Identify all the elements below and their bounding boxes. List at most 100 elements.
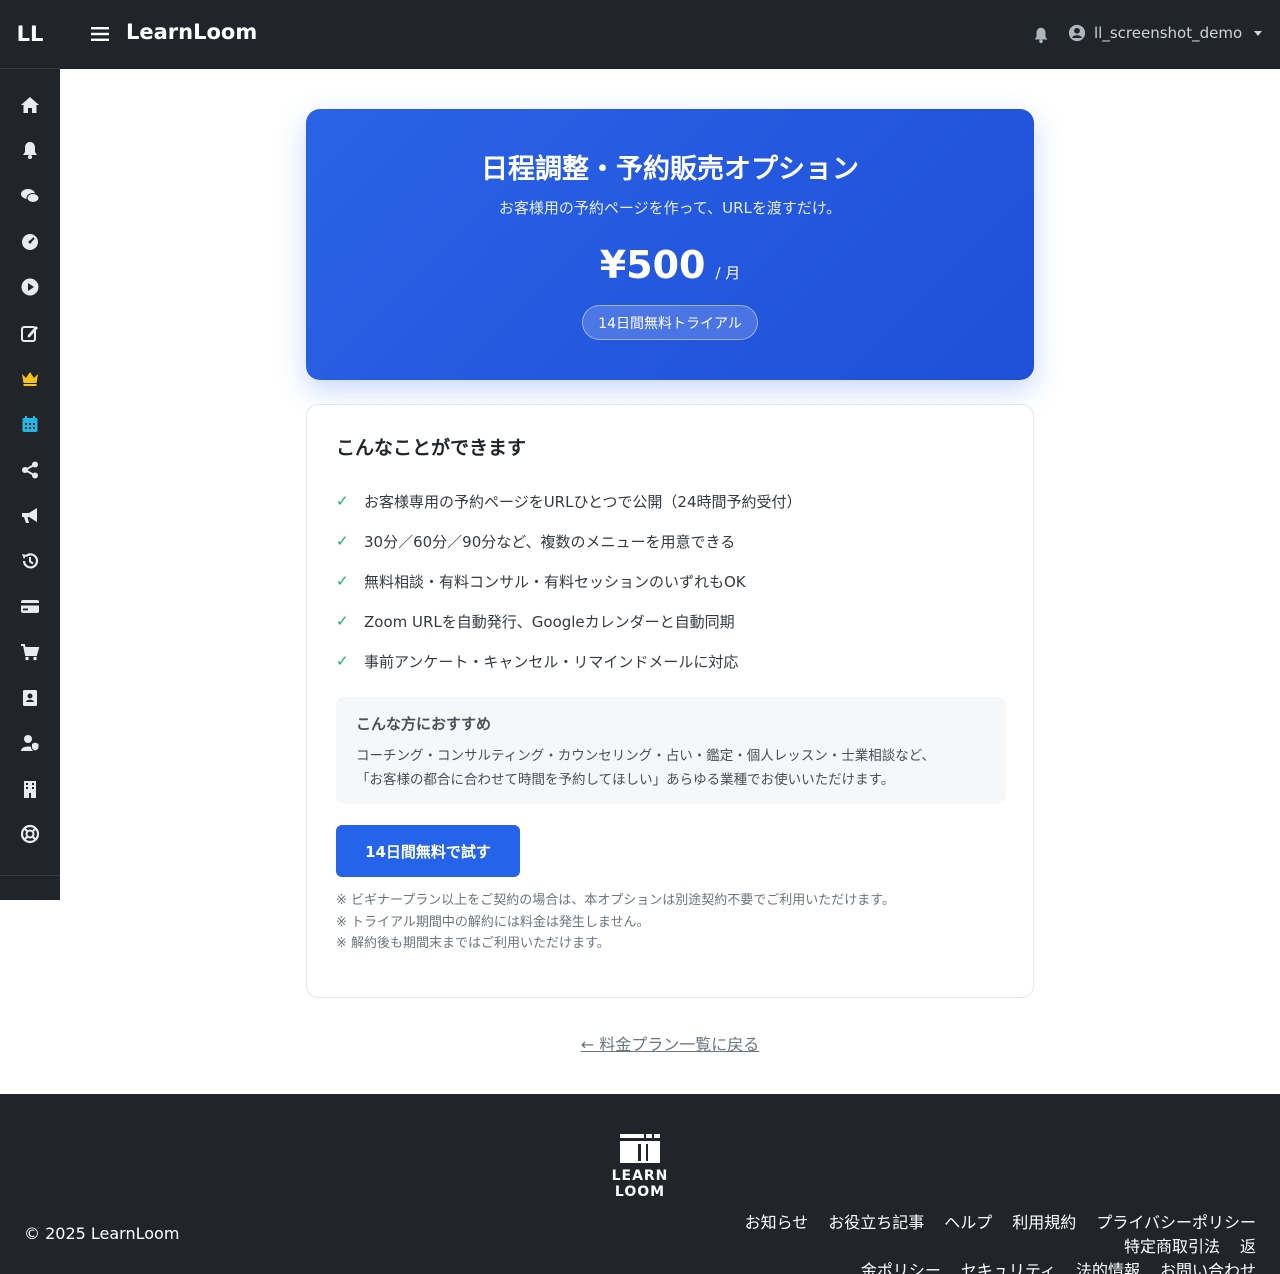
price-period: / 月 (715, 264, 741, 282)
footer-links: お知らせ お役立ち記事 ヘルプ 利用規約 プライバシーポリシー特定商取引法 返 金ポリシー… (616, 1211, 1256, 1274)
sidebar-item-calendar[interactable] (0, 401, 60, 447)
user-shield-icon (21, 735, 40, 752)
footer-links-row: 金ポリシー セキュリティ 法的情報 お問い合わせ (616, 1259, 1256, 1274)
recommendation-body: コーチング・コンサルティング・カウンセリング・占い・鑑定・個人レッスン・士業相談… (356, 744, 986, 792)
features-title: こんなことができます (336, 437, 527, 459)
dashboard-icon (22, 233, 38, 250)
list-item: ✓ Zoom URLを自動発行、Googleカレンダーと自動同期 (336, 601, 802, 641)
trial-badge: 14日間無料トライアル (582, 305, 758, 340)
sidebar-item-contacts[interactable] (0, 675, 60, 721)
sidebar-divider (0, 875, 60, 876)
calendar-icon (22, 415, 38, 432)
feature-text: お客様専用の予約ページをURLひとつで公開（24時間予約受付） (364, 492, 802, 511)
home-icon (21, 96, 39, 113)
megaphone-icon (22, 508, 37, 524)
bell-icon (23, 142, 37, 160)
footer-link-security[interactable]: セキュリティ (961, 1261, 1056, 1274)
contact-book-icon (23, 689, 37, 706)
recommendation-title: こんな方におすすめ (356, 715, 492, 733)
footer-logo[interactable]: LEARN LOOM (590, 1132, 690, 1200)
check-icon: ✓ (336, 612, 349, 630)
sidebar-item-dashboard[interactable] (0, 219, 60, 265)
footer-links-row: お知らせ お役立ち記事 ヘルプ 利用規約 プライバシーポリシー特定商取引法 返 (616, 1211, 1256, 1259)
share-icon (22, 461, 38, 479)
sidebar-item-edit[interactable] (0, 310, 60, 356)
sidebar-item-premium[interactable] (0, 356, 60, 402)
user-menu[interactable]: ll_screenshot_demo (1068, 24, 1263, 42)
brand-logo[interactable]: LL (0, 0, 60, 69)
feature-list: ✓ お客様専用の予約ページをURLひとつで公開（24時間予約受付） ✓ 30分／60… (336, 481, 802, 681)
footer-link-help[interactable]: ヘルプ (944, 1213, 992, 1232)
feature-text: Zoom URLを自動発行、Googleカレンダーと自動同期 (364, 612, 735, 631)
building-icon (24, 780, 36, 798)
footer-link-commerce-law[interactable]: 特定商取引法 (1124, 1237, 1220, 1256)
sidebar-item-cart[interactable] (0, 629, 60, 675)
loom-logo-icon (620, 1134, 660, 1163)
crown-icon (22, 372, 38, 387)
check-icon: ✓ (336, 492, 349, 510)
note-line: ※ ビギナープラン以上をご契約の場合は、本オプションは別途契約不要でご利用いただ… (336, 893, 895, 908)
check-icon: ✓ (336, 652, 349, 670)
topbar: LearnLoom ll_screenshot_demo (60, 0, 1280, 69)
cart-icon (21, 643, 40, 661)
copyright: © 2025 LearnLoom (24, 1224, 180, 1243)
features-card: こんなことができます ✓ お客様専用の予約ページをURLひとつで公開（24時間予約… (306, 404, 1034, 998)
note-line: ※ 解約後も期間末まではご利用いただけます。 (336, 936, 610, 951)
footer-link-refund-cont[interactable]: 金ポリシー (861, 1261, 941, 1274)
chevron-down-icon (1254, 30, 1263, 36)
option-title: 日程調整・予約販売オプション (481, 154, 859, 185)
recommendation-line: 「お客様の都合に合わせて時間を予約してほしい」あらゆる業種でお使いいただけます。 (356, 772, 895, 788)
feature-text: 無料相談・有料コンサル・有料セッションのいずれもOK (364, 572, 746, 591)
lifebuoy-icon (20, 825, 40, 844)
credit-card-icon (21, 600, 39, 614)
user-avatar-icon (1068, 24, 1086, 42)
feature-text: 事前アンケート・キャンセル・リマインドメールに対応 (364, 652, 739, 671)
note-line: ※ トライアル期間中の解約には料金は発生しません。 (336, 914, 650, 930)
username: ll_screenshot_demo (1094, 24, 1243, 42)
sidebar-item-share[interactable] (0, 447, 60, 493)
sidebar-item-user-admin[interactable] (0, 720, 60, 766)
sidebar-item-history[interactable] (0, 538, 60, 584)
footer-link-privacy[interactable]: プライバシーポリシー (1096, 1213, 1256, 1232)
notes: ※ ビギナープラン以上をご契約の場合は、本オプションは別途契約不要でご利用いただ… (336, 890, 895, 955)
footer-link-news[interactable]: お知らせ (745, 1213, 809, 1232)
history-icon (22, 553, 39, 569)
recommendation-box: こんな方におすすめ コーチング・コンサルティング・カウンセリング・占い・鑑定・個… (336, 697, 1006, 804)
list-item: ✓ 事前アンケート・キャンセル・リマインドメールに対応 (336, 641, 802, 681)
footer-link-refund[interactable]: 返 (1240, 1237, 1256, 1256)
notification-bell-icon[interactable] (1032, 26, 1050, 44)
chat-icon (21, 188, 40, 203)
sidebar-item-home[interactable] (0, 82, 60, 128)
sidebar-item-organization[interactable] (0, 766, 60, 812)
check-icon: ✓ (336, 572, 349, 590)
sidebar-item-announcements[interactable] (0, 492, 60, 538)
footer-link-legal[interactable]: 法的情報 (1076, 1261, 1140, 1274)
sidebar-item-billing[interactable] (0, 584, 60, 630)
app-title[interactable]: LearnLoom (126, 20, 257, 44)
list-item: ✓ お客様専用の予約ページをURLひとつで公開（24時間予約受付） (336, 481, 802, 521)
sidebar-item-messages[interactable] (0, 173, 60, 219)
footer-link-terms[interactable]: 利用規約 (1012, 1213, 1076, 1232)
check-icon: ✓ (336, 532, 349, 550)
price-row: ¥500 / 月 (306, 243, 1034, 287)
start-trial-button[interactable]: 14日間無料で試す (336, 825, 520, 877)
sidebar-item-support[interactable] (0, 812, 60, 858)
hamburger-menu-icon[interactable] (90, 24, 110, 44)
footer-logo-text: LEARN LOOM (611, 1168, 669, 1200)
back-to-plans-link[interactable]: ← 料金プラン一覧に戻る (0, 1031, 1280, 1055)
footer-link-articles[interactable]: お役立ち記事 (828, 1213, 924, 1232)
sidebar-item-notifications[interactable] (0, 128, 60, 174)
edit-icon (21, 325, 38, 342)
footer-link-contact[interactable]: お問い合わせ (1160, 1261, 1256, 1274)
play-icon (21, 278, 39, 296)
recommendation-line: コーチング・コンサルティング・カウンセリング・占い・鑑定・個人レッスン・士業相談… (356, 748, 936, 764)
footer: LEARN LOOM © 2025 LearnLoom お知らせ お役立ち記事 ヘル… (0, 1094, 1280, 1274)
sidebar: LL (0, 0, 60, 900)
price: ¥500 (599, 243, 706, 287)
option-subtitle: お客様用の予約ページを作って、URLを渡すだけ。 (498, 199, 842, 217)
feature-text: 30分／60分／90分など、複数のメニューを用意できる (364, 532, 736, 551)
list-item: ✓ 30分／60分／90分など、複数のメニューを用意できる (336, 521, 802, 561)
option-hero-card: 日程調整・予約販売オプション お客様用の予約ページを作って、URLを渡すだけ。 … (306, 109, 1034, 380)
sidebar-item-videos[interactable] (0, 264, 60, 310)
list-item: ✓ 無料相談・有料コンサル・有料セッションのいずれもOK (336, 561, 802, 601)
